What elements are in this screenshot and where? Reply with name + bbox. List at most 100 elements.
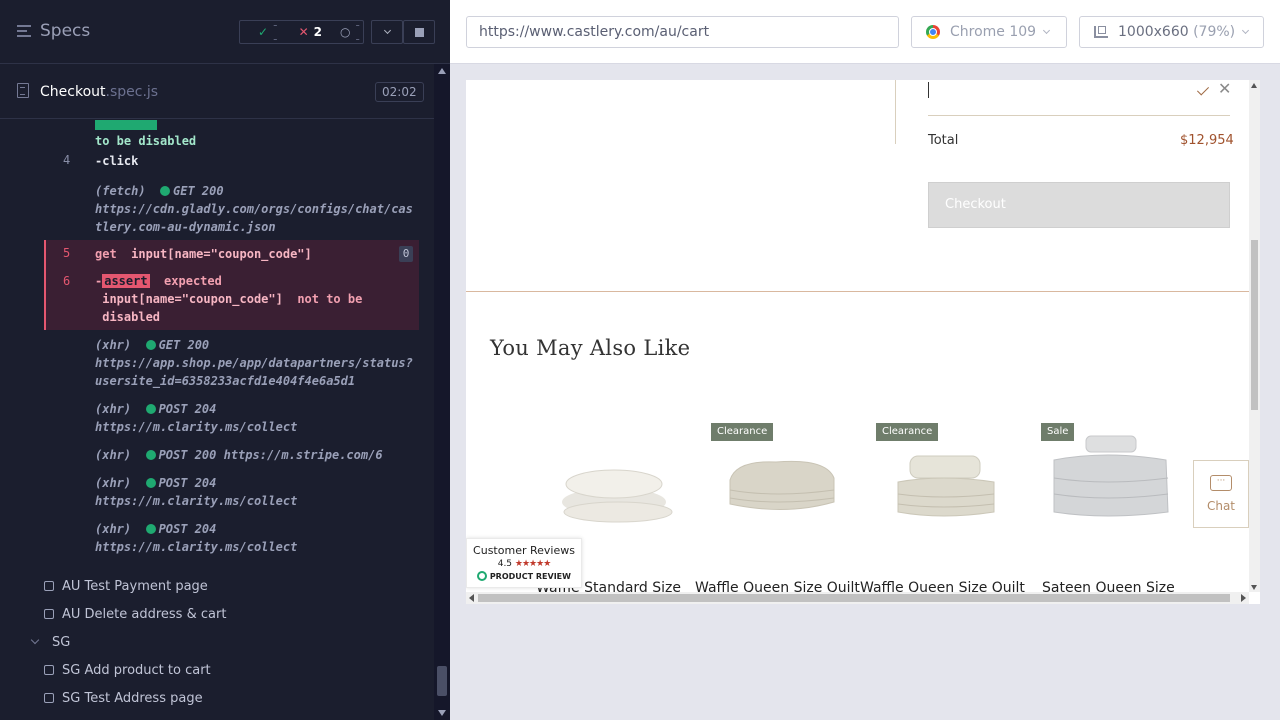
menu-icon[interactable]	[17, 25, 31, 40]
reviews-rating: 4.5 ★★★★★	[467, 559, 581, 569]
reporter-panel: Specs ✓ -- ✕ 2 ○ -- Checkout.spec.js 02:02 …	[0, 0, 450, 720]
scroll-up-icon[interactable]	[1251, 83, 1257, 88]
scroll-right-icon[interactable]	[1241, 594, 1246, 602]
product-image-sheets[interactable]	[1046, 420, 1206, 540]
pending-count: --	[355, 18, 360, 46]
divider	[895, 80, 896, 144]
browser-name: Chrome 109	[950, 24, 1037, 40]
command-body: get input[name="coupon_code"]	[95, 245, 312, 263]
status-dot-icon	[145, 524, 156, 534]
passed-stat: ✓ --	[249, 18, 281, 46]
app-iframe: ✕ Total $12,954 Checkout You May Also Li…	[466, 80, 1260, 604]
stars-icon: ★★★★★	[514, 559, 551, 569]
command-row[interactable]: 4 -click	[44, 151, 419, 171]
total-value: $12,954	[1180, 133, 1234, 148]
request-body: (xhr) POST 204 https://m.clarity.ms/coll…	[95, 474, 297, 510]
request-status: POST 204	[158, 402, 217, 416]
request-row[interactable]: (xhr) POST 204 https://m.clarity.ms/coll…	[44, 400, 419, 440]
duration-badge: 02:02	[375, 82, 424, 102]
command-number: 6	[63, 274, 71, 288]
command-row[interactable]: (fetch) GET 200 https://cdn.gladly.com/o…	[44, 182, 419, 238]
scroll-up-icon[interactable]	[438, 68, 446, 74]
scroll-down-icon[interactable]	[1251, 585, 1257, 590]
assert-message: disabled	[102, 310, 161, 324]
request-row[interactable]: (xhr) POST 204 https://m.clarity.ms/coll…	[44, 520, 419, 560]
request-method: (xhr)	[95, 522, 132, 536]
assert-message: expected	[164, 274, 222, 288]
browser-selector[interactable]: Chrome 109	[911, 16, 1067, 48]
pending-stat: ○ --	[331, 18, 363, 46]
page-vertical-scrollbar[interactable]	[1249, 80, 1260, 592]
customer-reviews-badge[interactable]: Customer Reviews 4.5 ★★★★★ PRODUCT REVIE…	[466, 538, 582, 588]
specs-title: Specs	[40, 21, 91, 41]
request-row[interactable]: (xhr) GET 200 https://app.shop.pe/app/da…	[44, 336, 419, 388]
checkbox-icon	[44, 609, 54, 619]
command-body: to be disabled	[95, 120, 196, 150]
reviews-brand: PRODUCT REVIEW	[467, 571, 581, 581]
request-status: POST 204	[158, 522, 217, 536]
aut-toolbar: https://www.castlery.com/au/cart Chrome …	[450, 0, 1280, 64]
request-body: (xhr) POST 200 https://m.stripe.com/6	[95, 446, 383, 464]
status-dot-icon	[145, 478, 156, 488]
request-status: POST 204	[158, 476, 217, 490]
x-icon: ✕	[298, 25, 309, 39]
folder-item[interactable]: SG	[30, 630, 70, 654]
scroll-thumb[interactable]	[437, 666, 447, 696]
test-item[interactable]: SG Add product to cart	[44, 658, 211, 682]
assert-badge: assert	[102, 274, 150, 288]
request-method: (fetch)	[95, 184, 146, 198]
product-image-pillows[interactable]	[552, 420, 712, 540]
assert-message: not to be	[297, 292, 363, 306]
page-horizontal-scrollbar[interactable]	[466, 592, 1249, 604]
request-url: https://app.shop.pe/app/datapartners/sta…	[95, 356, 413, 388]
request-row[interactable]: (xhr) POST 200 https://m.stripe.com/6	[44, 446, 419, 466]
command-arg: input[name="coupon_code"]	[131, 247, 312, 261]
command-row[interactable]: to be disabled	[44, 120, 419, 148]
product-image-quilt[interactable]	[716, 420, 876, 540]
test-item[interactable]: SG Test Address page	[44, 686, 203, 710]
chat-widget-button[interactable]: ··· Chat	[1193, 460, 1249, 528]
clear-x-icon[interactable]: ✕	[1218, 80, 1231, 98]
request-url: https://m.clarity.ms/collect	[95, 494, 298, 508]
checkout-button[interactable]: Checkout	[928, 182, 1230, 228]
apply-check-icon[interactable]	[1196, 83, 1210, 96]
viewport-selector[interactable]: 1000x660 (79%)	[1079, 16, 1264, 48]
request-row[interactable]: (xhr) POST 204 https://m.clarity.ms/coll…	[44, 474, 419, 514]
reporter-scrollbar[interactable]	[434, 64, 450, 720]
scroll-thumb[interactable]	[478, 594, 1230, 602]
test-item[interactable]: AU Test Payment page	[44, 574, 208, 598]
spec-file-header[interactable]: Checkout.spec.js 02:02	[0, 65, 434, 119]
test-item[interactable]: AU Delete address & cart	[44, 602, 226, 626]
url-bar[interactable]: https://www.castlery.com/au/cart	[466, 16, 899, 48]
coupon-code-input[interactable]: ✕	[928, 80, 1231, 116]
status-dot-icon	[145, 404, 156, 414]
partial-badge	[95, 120, 157, 130]
collapse-button[interactable]	[371, 20, 403, 44]
scroll-left-icon[interactable]	[469, 594, 474, 602]
rating-value: 4.5	[497, 559, 513, 569]
specs-header: Specs ✓ -- ✕ 2 ○ --	[0, 0, 450, 64]
command-row-failed[interactable]: 5 get input[name="coupon_code"] 0	[44, 240, 419, 268]
request-body: (xhr) POST 204 https://m.clarity.ms/coll…	[95, 520, 297, 556]
command-body: - assert expected input[name="coupon_code…	[95, 272, 362, 326]
chevron-down-icon	[30, 635, 40, 645]
command-name: get	[95, 247, 117, 261]
command-name: -click	[95, 154, 139, 168]
text-cursor	[928, 82, 929, 98]
request-method: (xhr)	[95, 338, 132, 352]
zoom-level: (79%)	[1193, 24, 1236, 40]
total-label: Total	[928, 133, 959, 148]
product-image-quilt-stack[interactable]	[882, 420, 1042, 540]
stop-button[interactable]	[403, 20, 435, 44]
request-url: https://m.clarity.ms/collect	[95, 540, 298, 554]
request-body: (xhr) GET 200 https://app.shop.pe/app/da…	[95, 336, 415, 390]
request-body: (fetch) GET 200 https://cdn.gladly.com/o…	[95, 182, 413, 236]
scroll-down-icon[interactable]	[438, 710, 446, 716]
request-body: (xhr) POST 204 https://m.clarity.ms/coll…	[95, 400, 297, 436]
test-label: AU Test Payment page	[62, 578, 208, 594]
request-url: https://cdn.gladly.com/orgs/configs/chat…	[95, 202, 413, 234]
request-method: (xhr)	[95, 448, 132, 462]
command-row-failed[interactable]: 6 - assert expected input[name="coupon_co…	[44, 268, 419, 330]
status-dot-icon	[145, 340, 156, 350]
scroll-thumb[interactable]	[1251, 240, 1258, 410]
